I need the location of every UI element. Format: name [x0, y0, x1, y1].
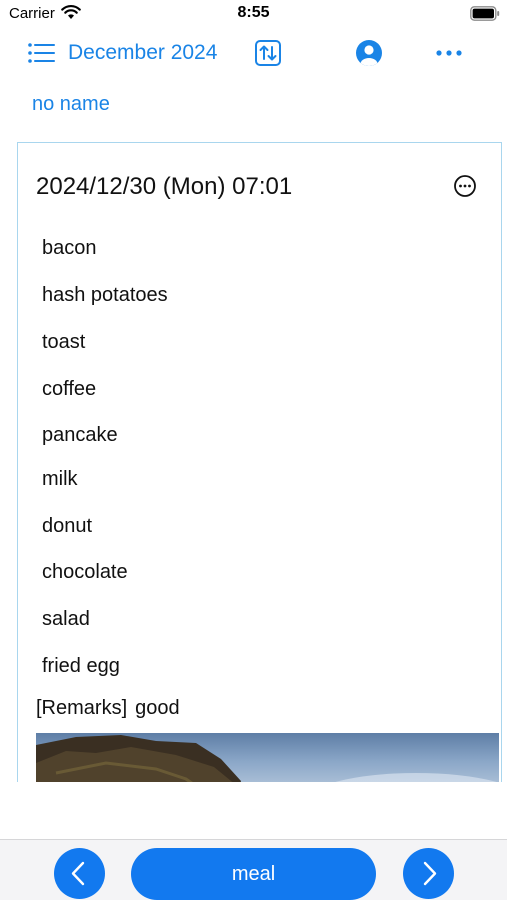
meal-item: coffee [42, 378, 97, 400]
entry-datetime: 2024/12/30 (Mon) 07:01 [36, 173, 293, 200]
chevron-left-icon [71, 861, 85, 886]
photo-landscape [36, 735, 497, 782]
meal-button[interactable]: meal [131, 848, 376, 900]
meal-item: hash potatoes [42, 284, 168, 306]
status-bar: Carrier 8:55 [0, 0, 507, 30]
meal-item: chocolate [42, 561, 128, 583]
next-button[interactable] [403, 848, 454, 899]
entry-options-icon[interactable] [453, 174, 477, 198]
meal-item: bacon [42, 237, 97, 259]
meal-item: pancake [42, 424, 118, 446]
meal-item: donut [42, 515, 93, 537]
clock: 8:55 [237, 4, 270, 21]
meal-item: toast [42, 331, 86, 353]
name-link[interactable]: no name [32, 93, 110, 116]
month-title[interactable]: December 2024 [68, 41, 217, 65]
remarks: [Remarks] good [36, 697, 180, 720]
chevron-right-icon [423, 861, 437, 886]
sort-icon[interactable] [254, 39, 282, 67]
meal-item: fried egg [42, 655, 120, 677]
remarks-value: good [135, 697, 180, 719]
bottom-toolbar: meal [0, 839, 507, 900]
previous-button[interactable] [54, 848, 105, 899]
meal-item: salad [42, 608, 90, 630]
list-icon[interactable] [27, 41, 55, 65]
meal-item: milk [42, 468, 78, 490]
person-icon[interactable] [355, 39, 383, 67]
meal-entry-card: 2024/12/30 (Mon) 07:01 bacon hash potato… [17, 142, 502, 782]
battery-icon [470, 6, 500, 21]
remarks-label: [Remarks] [36, 697, 128, 719]
meal-photo[interactable] [36, 733, 499, 782]
more-icon[interactable] [434, 43, 464, 63]
header-bar: December 2024 [0, 34, 507, 74]
